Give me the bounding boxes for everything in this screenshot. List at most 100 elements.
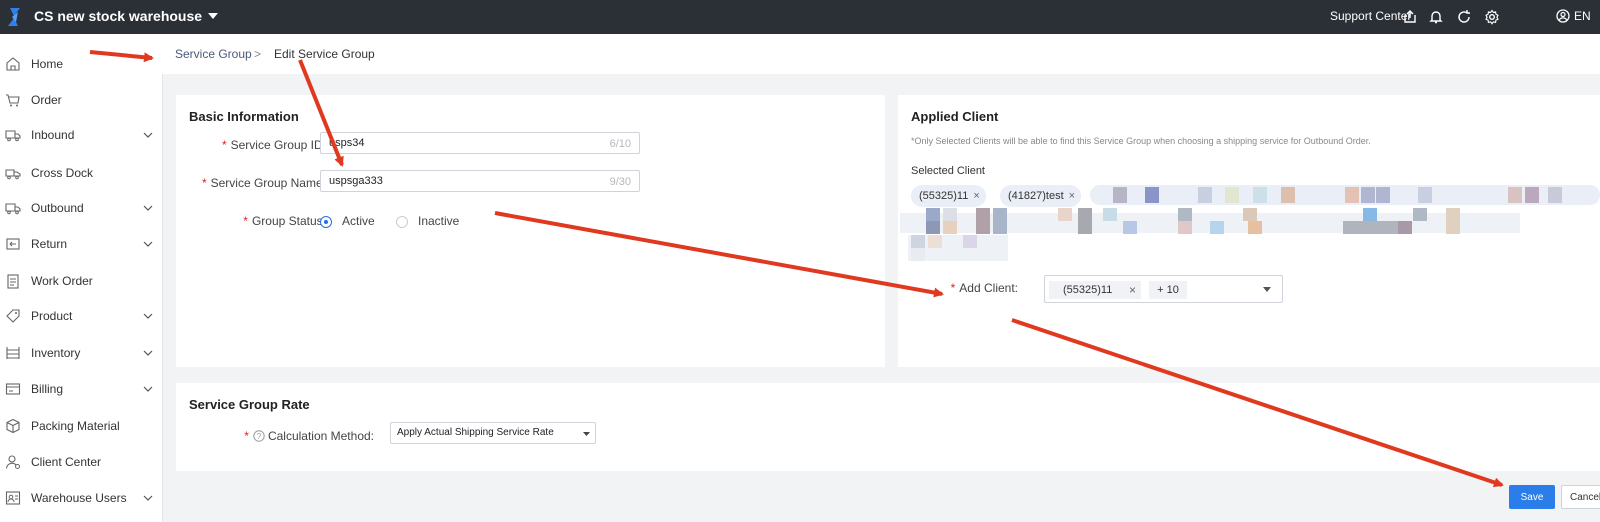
home-icon [6, 57, 20, 71]
sidebar-item-label: Work Order [31, 274, 93, 288]
truck-in-icon [5, 130, 21, 142]
close-icon[interactable]: × [1129, 283, 1136, 297]
sidebar-item-label: Billing [31, 382, 64, 396]
sidebar-item-product[interactable]: Product [0, 304, 162, 328]
status-active-label[interactable]: Active [342, 214, 375, 228]
app-logo-icon [8, 8, 20, 26]
sidebar-item-order[interactable]: Order [0, 88, 162, 112]
sidebar-item-label: Return [31, 237, 68, 251]
breadcrumb-service-group[interactable]: Service Group [175, 47, 252, 61]
service-group-id-label: * Service Group ID: [221, 138, 326, 152]
breadcrumb-current: Edit Service Group [274, 47, 375, 61]
calculation-method-value: Apply Actual Shipping Service Rate [397, 427, 554, 438]
sidebar-item-packing-material[interactable]: Packing Material [0, 414, 162, 438]
sidebar-item-warehouse-users[interactable]: Warehouse Users [0, 486, 162, 510]
sidebar-item-label: Home [31, 57, 64, 71]
warehouse-switcher[interactable]: CS new stock warehouse [34, 8, 219, 24]
users-icon [5, 491, 21, 505]
chevron-down-icon [143, 205, 153, 211]
chevron-down-icon [143, 386, 153, 392]
sidebar-item-return[interactable]: Return [0, 232, 162, 256]
status-active-radio[interactable] [320, 216, 332, 228]
status-inactive-label[interactable]: Inactive [418, 214, 459, 228]
more-clients-tag: + 10 [1149, 281, 1187, 299]
billing-icon [5, 383, 21, 395]
language-label: EN [1574, 9, 1591, 23]
user-settings-icon [5, 455, 20, 469]
group-status-label: * Group Status: [243, 214, 326, 228]
svg-text:?: ? [257, 432, 262, 441]
cross-dock-icon [5, 169, 21, 180]
redacted-client-tags [900, 185, 1600, 261]
chevron-down-icon [143, 495, 153, 501]
truck-out-icon [5, 203, 21, 215]
selected-client-label: Selected Client [911, 165, 985, 177]
add-client-select[interactable]: (55325)11 × + 10 [1044, 275, 1283, 303]
add-client-label: * Add Client: [950, 281, 1018, 295]
sidebar-item-label: Inbound [31, 128, 75, 142]
tag-icon [6, 309, 20, 323]
sidebar-item-work-order[interactable]: Work Order [0, 269, 162, 293]
sidebar-item-label: Inventory [31, 346, 81, 360]
gear-icon[interactable] [1484, 9, 1500, 25]
bell-icon[interactable] [1428, 9, 1444, 25]
shelf-icon [6, 347, 20, 359]
section-title: Basic Information [189, 109, 299, 124]
sidebar-item-inventory[interactable]: Inventory [0, 341, 162, 365]
breadcrumb-separator: > [254, 47, 262, 61]
applied-client-note: *Only Selected Clients will be able to f… [911, 136, 1371, 146]
box-icon [6, 418, 20, 434]
service-group-name-value: uspsga333 [329, 175, 383, 187]
help-icon[interactable]: ? [253, 430, 265, 442]
top-bar: CS new stock warehouse Support Center EN [0, 0, 1600, 34]
cart-icon [6, 94, 20, 107]
breadcrumb: Service Group > Edit Service Group [162, 34, 1600, 74]
chevron-down-icon [143, 132, 153, 138]
chevron-down-icon [143, 350, 153, 356]
service-group-id-value: usps34 [329, 137, 365, 149]
char-counter: 6/10 [609, 138, 631, 150]
sidebar-item-outbound[interactable]: Outbound [0, 196, 162, 220]
return-icon [6, 238, 20, 250]
language-switcher[interactable]: EN [1556, 9, 1591, 23]
warehouse-name: CS new stock warehouse [34, 8, 203, 24]
char-counter: 9/30 [609, 176, 631, 188]
cancel-button[interactable]: Cancel [1561, 485, 1600, 509]
sidebar-item-label: Order [31, 93, 62, 107]
sidebar: Home Order Inbound Cross Dock Outbound R… [0, 34, 163, 522]
caret-down-icon [1263, 287, 1271, 292]
sidebar-item-billing[interactable]: Billing [0, 377, 162, 401]
export-icon[interactable] [1402, 9, 1418, 25]
sidebar-item-inbound[interactable]: Inbound [0, 123, 162, 147]
sidebar-item-label: Cross Dock [31, 166, 94, 180]
support-center-link[interactable]: Support Center [1330, 9, 1411, 23]
chevron-down-icon [143, 313, 153, 319]
sidebar-item-client-center[interactable]: Client Center [0, 450, 162, 474]
sidebar-item-label: Warehouse Users [31, 491, 127, 505]
service-group-id-input[interactable]: usps34 6/10 [320, 132, 640, 154]
client-tag-label: (55325)11 [1063, 284, 1113, 296]
sidebar-item-label: Client Center [31, 455, 102, 469]
service-group-name-input[interactable]: uspsga333 9/30 [320, 170, 640, 192]
sidebar-item-label: Product [31, 309, 73, 323]
refresh-icon[interactable] [1456, 9, 1472, 25]
section-title: Applied Client [911, 109, 999, 124]
user-circle-icon [1556, 9, 1570, 23]
basic-information-card: Basic Information * Service Group ID: usp… [176, 95, 885, 367]
applied-client-card: Applied Client *Only Selected Clients wi… [898, 95, 1600, 367]
caret-down-icon [583, 432, 590, 436]
clipboard-icon [7, 274, 19, 289]
save-button[interactable]: Save [1509, 485, 1555, 509]
service-group-rate-card: Service Group Rate * ? Calculation Metho… [176, 383, 1600, 471]
sidebar-item-cross-dock[interactable]: Cross Dock [0, 161, 162, 185]
chevron-down-icon [143, 241, 153, 247]
sidebar-item-label: Packing Material [31, 419, 120, 433]
service-group-name-label: * Service Group Name: [201, 176, 326, 190]
sidebar-item-home[interactable]: Home [0, 52, 162, 76]
client-tag: (55325)11 × [1049, 281, 1141, 299]
calculation-method-select[interactable]: Apply Actual Shipping Service Rate [390, 422, 596, 444]
calculation-method-label: * ? Calculation Method: [244, 429, 374, 443]
status-inactive-radio[interactable] [396, 216, 408, 228]
section-title: Service Group Rate [189, 397, 310, 412]
sidebar-item-label: Outbound [31, 201, 84, 215]
